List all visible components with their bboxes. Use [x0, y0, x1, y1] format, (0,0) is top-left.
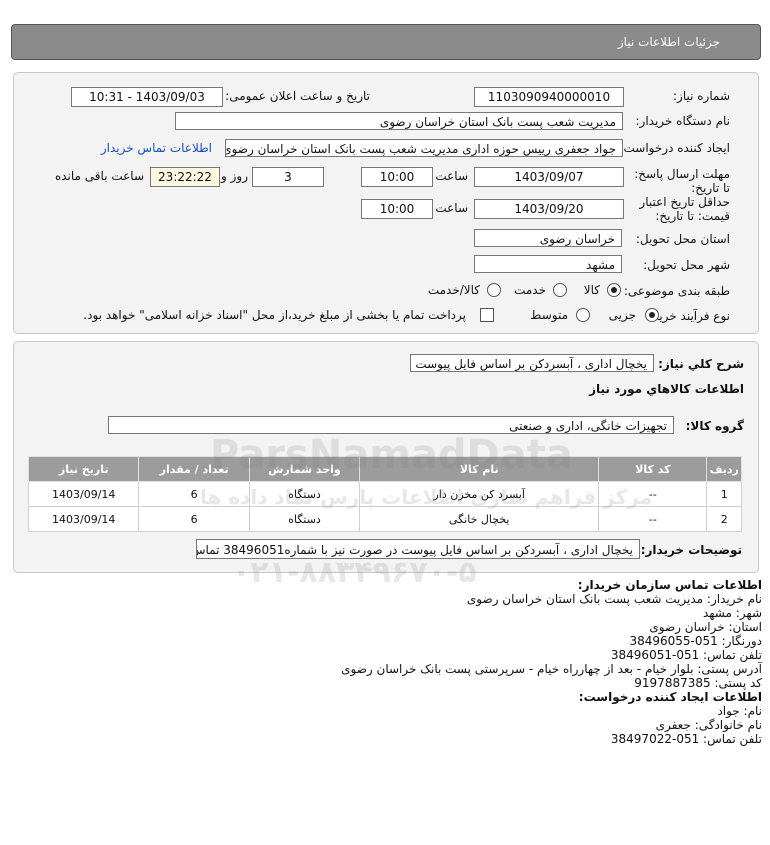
contact-org-title: اطلاعات تماس سازمان خریدار:: [577, 578, 762, 592]
page-header: جزئیات اطلاعات نیاز: [11, 24, 761, 60]
payment-note: پرداخت تمام یا بخشی از مبلغ خرید،از محل …: [83, 308, 466, 322]
cell-date: 1403/09/14: [27, 481, 140, 507]
announce-field[interactable]: 1403/09/03 - 10:31: [71, 87, 223, 107]
cell-code: --: [598, 506, 708, 532]
goods-info-title: اطلاعات كالاهاي مورد نياز: [589, 382, 744, 396]
contact-creator-title: اطلاعات ایجاد کننده درخواست:: [578, 690, 762, 704]
deadline-time-label: ساعت: [435, 169, 468, 183]
validity-time-label: ساعت: [435, 201, 468, 215]
contact-address: آدرس پستی: بلوار خیام - بعد از چهارراه خ…: [341, 662, 762, 676]
process-medium-radio[interactable]: [576, 308, 590, 322]
treasury-payment-checkbox[interactable]: [480, 308, 494, 322]
category-both-label: کالا/خدمت: [427, 283, 480, 297]
province-label: استان محل تحویل:: [635, 232, 730, 246]
remaining-label: ساعت باقی مانده: [54, 169, 144, 183]
category-goods-radio[interactable]: [607, 283, 621, 297]
col-date: تاریخ نیاز: [27, 456, 140, 482]
contact-fax: دورنگار: 051-38496055: [629, 634, 762, 648]
city-label: شهر محل تحویل:: [643, 258, 730, 272]
buyer-notes-label: توضیحات خریدار:: [640, 543, 742, 557]
watermark-fa: مرکز فراهم سازی اطلاعات پارس نماد داده ه…: [200, 485, 653, 509]
creator-label: ایجاد کننده درخواست:: [619, 141, 730, 155]
validity-date-field[interactable]: 1403/09/20: [474, 199, 624, 219]
city-field[interactable]: مشهد: [474, 255, 622, 273]
contact-buyer-name: نام خریدار: مدیریت شعب پست بانک استان خر…: [466, 592, 762, 606]
deadline-time-field[interactable]: 10:00: [361, 167, 433, 187]
remaining-time-field: 23:22:22: [150, 167, 220, 187]
cell-row: 2: [706, 506, 742, 532]
deadline-date-field[interactable]: 1403/09/07: [474, 167, 624, 187]
col-row: ردیف: [706, 456, 742, 482]
page-title: جزئیات اطلاعات نیاز: [617, 35, 720, 49]
process-minor-radio[interactable]: [645, 308, 659, 322]
days-label: روز و: [221, 169, 248, 183]
cell-unit: دستگاه: [248, 506, 361, 532]
contact-creator-phone: تلفن تماس: 051-38497022: [610, 732, 762, 746]
contact-creator-last-name: نام خانوادگی: جعفری: [655, 718, 762, 732]
province-field[interactable]: خراسان رضوی: [474, 229, 622, 247]
creator-field[interactable]: جواد جعفری رییس حوزه اداری مدیریت شعب پس…: [225, 139, 623, 157]
buyer-org-label: نام دستگاه خریدار:: [635, 114, 731, 128]
need-desc-field: یخچال اداری ، آبسردکن بر اساس فایل پیوست: [410, 354, 654, 372]
need-desc-label: شرح کلي نياز:: [658, 357, 744, 371]
watermark-phone: ۰۲۱-۸۸۳۴۹۶۷۰-۵: [232, 555, 477, 590]
need-number-field[interactable]: 1103090940000010: [474, 87, 624, 107]
goods-group-label: گروه کالا:: [685, 419, 744, 433]
table-row[interactable]: 2 -- یخچال خانگی دستگاه 6 1403/09/14: [27, 506, 742, 532]
cell-date: 1403/09/14: [27, 506, 140, 532]
category-goods-label: کالا: [583, 283, 600, 297]
contact-creator-first-name: نام: جواد: [717, 704, 762, 718]
buyer-contact-link[interactable]: اطلاعات تماس خریدار: [101, 141, 212, 155]
contact-province: استان: خراسان رضوی: [649, 620, 762, 634]
col-code: کد کالا: [598, 456, 708, 482]
cell-row: 1: [706, 481, 742, 507]
cell-name: یخچال خانگی: [359, 506, 600, 532]
category-service-radio[interactable]: [553, 283, 567, 297]
info-panel: شماره نیاز: 1103090940000010 تاریخ و ساع…: [13, 72, 759, 334]
process-minor-label: جزیی: [608, 308, 636, 322]
watermark-text: ParsNamadData: [210, 432, 573, 478]
contact-city: شهر: مشهد: [702, 606, 762, 620]
category-label: طبقه بندی موضوعی:: [623, 284, 730, 298]
validity-label: حداقل تاریخ اعتبار قیمت: تا تاریخ:: [639, 195, 730, 223]
category-service-label: خدمت: [514, 283, 546, 297]
validity-time-field[interactable]: 10:00: [361, 199, 433, 219]
announce-label: تاریخ و ساعت اعلان عمومی:: [225, 89, 370, 103]
need-number-label: شماره نیاز:: [673, 89, 730, 103]
deadline-label: مهلت ارسال پاسخ: تا تاریخ:: [634, 167, 730, 195]
contact-postal-code: کد پستی: 9197887385: [634, 676, 762, 690]
days-field[interactable]: 3: [252, 167, 324, 187]
contact-phone: تلفن تماس: 051-38496051: [610, 648, 762, 662]
category-both-radio[interactable]: [487, 283, 501, 297]
cell-qty: 6: [138, 506, 250, 532]
buyer-org-field[interactable]: مدیریت شعب پست بانک استان خراسان رضوی: [175, 112, 623, 130]
process-medium-label: متوسط: [530, 308, 568, 322]
